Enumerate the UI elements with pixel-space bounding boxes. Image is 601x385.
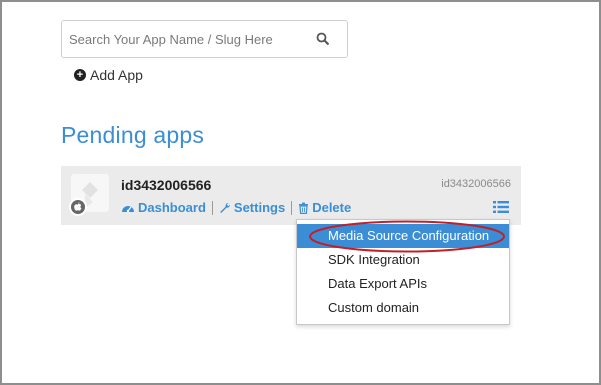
delete-link[interactable]: Delete <box>298 200 351 215</box>
dashboard-link[interactable]: Dashboard <box>121 200 206 215</box>
menu-item-sdk-integration[interactable]: SDK Integration <box>297 248 509 272</box>
trash-icon <box>299 202 309 214</box>
list-menu-icon[interactable] <box>493 200 509 214</box>
menu-item-media-source-configuration[interactable]: Media Source Configuration <box>297 224 509 248</box>
dashboard-icon <box>122 206 134 213</box>
search-box <box>61 20 348 58</box>
settings-link[interactable]: Settings <box>219 200 285 215</box>
delete-label: Delete <box>312 200 352 215</box>
add-app-button[interactable]: + Add App <box>74 67 143 83</box>
menu-item-data-export-apis[interactable]: Data Export APIs <box>297 272 509 296</box>
search-icon[interactable] <box>316 32 330 46</box>
settings-label: Settings <box>233 200 286 215</box>
app-actions: Dashboard Settings Delete <box>121 200 351 215</box>
app-id: id3432006566 <box>441 178 511 190</box>
apple-icon <box>69 198 87 216</box>
plus-circle-icon: + <box>74 69 86 81</box>
menu-item-custom-domain[interactable]: Custom domain <box>297 296 509 320</box>
app-card: id3432006566 id3432006566 Dashboard Sett… <box>61 166 521 225</box>
action-divider <box>291 200 293 215</box>
pending-apps-heading: Pending apps <box>61 122 205 148</box>
action-divider <box>211 200 213 215</box>
wrench-icon <box>220 202 230 213</box>
app-name: id3432006566 <box>121 177 212 193</box>
dashboard-label: Dashboard <box>138 200 206 215</box>
search-input[interactable] <box>62 21 302 57</box>
app-options-menu: Media Source Configuration SDK Integrati… <box>296 219 510 325</box>
add-app-label: Add App <box>90 67 143 83</box>
